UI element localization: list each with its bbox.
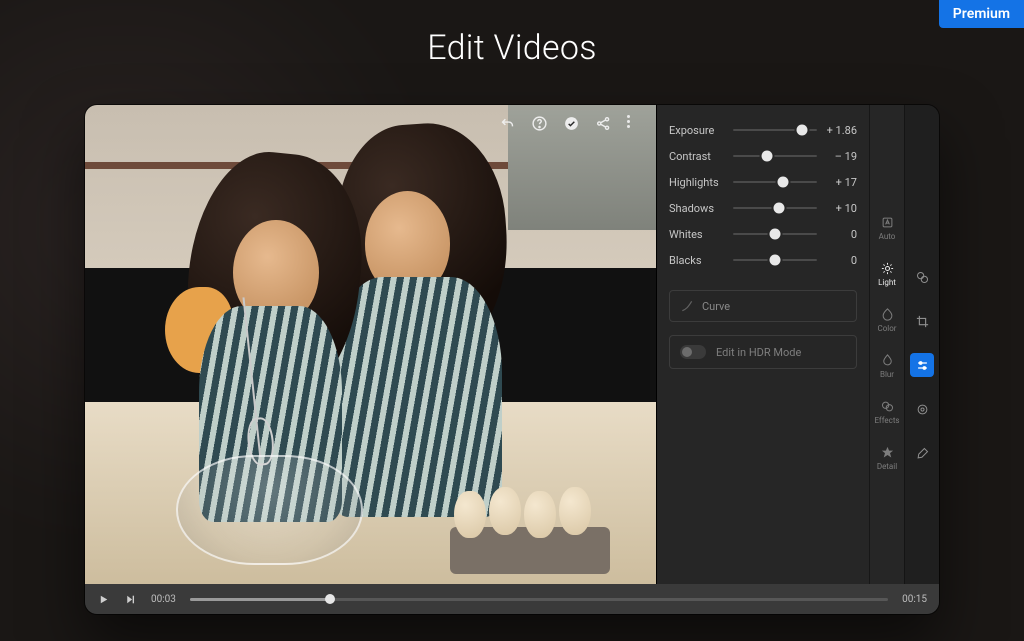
curve-label: Curve [702,300,730,313]
slider-label: Highlights [669,176,727,189]
playback-total-time: 00:15 [902,594,927,605]
playback-current-time: 00:03 [151,594,176,605]
slider-whites[interactable]: Whites 0 [669,221,857,247]
rail-item-light[interactable]: Light [873,261,901,287]
slider-track[interactable] [733,233,817,235]
blur-icon [880,353,895,368]
slider-exposure[interactable]: Exposure + 1.86 [669,117,857,143]
slider-label: Contrast [669,150,727,163]
slider-knob[interactable] [761,151,772,162]
slider-value: 0 [823,254,857,267]
slider-value: + 10 [823,202,857,215]
page-title: Edit Videos [0,28,1024,68]
slider-shadows[interactable]: Shadows + 10 [669,195,857,221]
rail-item-label: Light [878,279,896,287]
play-icon[interactable] [97,593,110,606]
more-vert-icon[interactable] [627,115,644,132]
slider-knob[interactable] [770,229,781,240]
video-preview[interactable] [85,105,656,584]
rail-item-label: Blur [880,371,894,379]
slider-label: Whites [669,228,727,241]
edit-hdr-row[interactable]: Edit in HDR Mode [669,335,857,369]
app-window: Exposure + 1.86 Contrast – 19 Highlights + 17… [85,105,939,614]
slider-knob[interactable] [770,255,781,266]
tool-profiles[interactable] [910,265,934,289]
rail-item-color[interactable]: Color [873,307,901,333]
light-icon [880,261,895,276]
slider-track[interactable] [733,259,817,261]
curve-button[interactable]: Curve [669,290,857,322]
adjust-panel: Exposure + 1.86 Contrast – 19 Highlights + 17… [656,105,869,584]
tool-heal[interactable] [910,441,934,465]
slider-track[interactable] [733,207,817,209]
rail-item-auto[interactable]: Auto [873,215,901,241]
category-rail: Auto Light Color Blur Effects Detail [869,105,904,584]
help-icon[interactable] [531,115,548,132]
slider-contrast[interactable]: Contrast – 19 [669,143,857,169]
premium-badge[interactable]: Premium [939,0,1024,28]
slider-blacks[interactable]: Blacks 0 [669,247,857,273]
rail-item-label: Detail [877,463,897,471]
playback-bar: 00:03 00:15 [85,584,939,614]
undo-icon[interactable] [499,115,516,132]
tool-crop[interactable] [910,309,934,333]
slider-value: + 1.86 [823,124,857,137]
tool-rail [904,105,939,584]
profiles-icon [915,270,930,285]
slider-track[interactable] [733,155,817,157]
hdr-label: Edit in HDR Mode [716,346,801,359]
effects-icon [880,399,895,414]
rail-item-label: Effects [874,417,899,425]
slider-label: Exposure [669,124,727,137]
slider-knob[interactable] [796,125,807,136]
sliders-icon [915,358,930,373]
tool-target[interactable] [910,397,934,421]
brush-icon [915,446,930,461]
video-frame [85,105,656,584]
slider-value: + 17 [823,176,857,189]
rail-item-label: Color [878,325,897,333]
playback-track[interactable] [190,598,888,601]
auto-icon [880,215,895,230]
slider-knob[interactable] [777,177,788,188]
rail-item-label: Auto [879,233,896,241]
detail-icon [880,445,895,460]
rail-item-detail[interactable]: Detail [873,445,901,471]
checkmark-circle-icon[interactable] [563,115,580,132]
rail-item-effects[interactable]: Effects [873,399,901,425]
slider-highlights[interactable]: Highlights + 17 [669,169,857,195]
crop-icon [915,314,930,329]
slider-value: 0 [823,228,857,241]
step-forward-icon[interactable] [124,593,137,606]
slider-track[interactable] [733,181,817,183]
color-icon [880,307,895,322]
tool-adjust[interactable] [910,353,934,377]
slider-label: Blacks [669,254,727,267]
slider-track[interactable] [733,129,817,131]
slider-value: – 19 [823,150,857,163]
hdr-toggle[interactable] [680,345,706,359]
share-icon[interactable] [595,115,612,132]
slider-knob[interactable] [774,203,785,214]
target-icon [915,402,930,417]
slider-label: Shadows [669,202,727,215]
rail-item-blur[interactable]: Blur [873,353,901,379]
